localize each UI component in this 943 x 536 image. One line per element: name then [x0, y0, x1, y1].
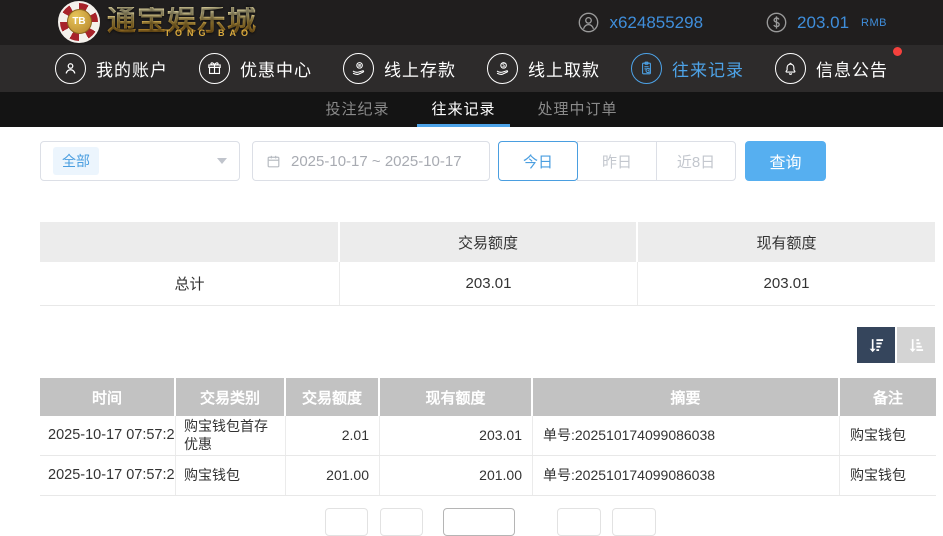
gift-icon [199, 53, 230, 84]
user-avatar-icon [577, 11, 600, 34]
user-icon [55, 53, 86, 84]
tab-transaction-records[interactable]: 往来记录 [417, 92, 509, 127]
records-table: 时间 交易类别 交易额度 现有额度 摘要 备注 2025-10-17 07:57… [40, 378, 936, 496]
withdraw-icon: $ [487, 53, 518, 84]
account-balance[interactable]: 203.01 RMB [765, 11, 887, 34]
nav-item-announcements[interactable]: 信息公告 [775, 53, 888, 84]
summary-total-row: 总计 203.01 203.01 [40, 262, 935, 306]
svg-text:$: $ [502, 63, 505, 69]
logo-text: 通宝娱乐城 TONG BAO [107, 7, 257, 38]
today-button[interactable]: 今日 [498, 141, 578, 181]
cell-time: 2025-10-17 07:57:26 [40, 416, 176, 455]
currency-label: RMB [861, 17, 887, 29]
username-text: x624855298 [609, 13, 703, 33]
pagination-button[interactable] [612, 508, 656, 536]
pagination-button[interactable] [380, 508, 423, 536]
type-select[interactable]: 全部 [40, 141, 240, 181]
nav-item-transaction-records[interactable]: 往来记录 [631, 53, 744, 84]
cell-amount: 201.00 [286, 456, 380, 495]
summary-current-amount: 203.01 [638, 262, 935, 305]
bell-icon [775, 53, 806, 84]
summary-header-transaction-amount: 交易额度 [340, 222, 638, 262]
summary-total-label: 总计 [40, 262, 340, 305]
date-range-input[interactable]: 2025-10-17 ~ 2025-10-17 [252, 141, 490, 181]
sort-ascending-button[interactable] [897, 327, 935, 363]
top-bar: TB 通宝娱乐城 TONG BAO x624855298 203 [0, 0, 943, 45]
site-logo[interactable]: TB 通宝娱乐城 TONG BAO [58, 3, 257, 43]
last-8-days-button[interactable]: 近8日 [656, 141, 736, 181]
records-header-row: 时间 交易类别 交易额度 现有额度 摘要 备注 [40, 378, 936, 416]
cell-time: 2025-10-17 07:57:26 [40, 456, 176, 495]
col-header-type: 交易类别 [176, 378, 286, 416]
type-select-value: 全部 [53, 147, 99, 175]
cell-remark: 购宝钱包 [840, 416, 936, 455]
date-range-value: 2025-10-17 ~ 2025-10-17 [291, 153, 462, 170]
search-button[interactable]: 查询 [745, 141, 826, 181]
sub-nav: 投注纪录 往来记录 处理中订单 [0, 92, 943, 127]
col-header-time: 时间 [40, 378, 176, 416]
nav-item-promotions[interactable]: 优惠中心 [199, 53, 312, 84]
quick-date-group: 今日 昨日 近8日 [498, 141, 736, 181]
col-header-summary: 摘要 [533, 378, 840, 416]
table-row: 2025-10-17 07:57:26 购宝钱包首存优惠 2.01 203.01… [40, 416, 936, 456]
nav-item-withdraw[interactable]: $ 线上取款 [487, 53, 600, 84]
chevron-down-icon [217, 158, 227, 164]
sort-controls [40, 327, 935, 363]
cell-summary: 单号:202510174099086038 [533, 456, 840, 495]
col-header-amount: 交易额度 [286, 378, 380, 416]
pagination-button[interactable] [557, 508, 601, 536]
nav-item-my-account[interactable]: 我的账户 [55, 53, 168, 84]
summary-header-row: 交易额度 现有额度 [40, 222, 935, 262]
cell-amount: 2.01 [286, 416, 380, 455]
cell-remark: 购宝钱包 [840, 456, 936, 495]
calendar-icon [265, 153, 282, 170]
main-nav: 我的账户 优惠中心 线上存款 $ 线 [0, 45, 943, 92]
nav-item-deposit[interactable]: 线上存款 [343, 53, 456, 84]
topbar-account-area: x624855298 203.01 RMB [577, 11, 943, 34]
logo-subtitle: TONG BAO [165, 29, 253, 38]
cell-type: 购宝钱包 [176, 456, 286, 495]
col-header-remark: 备注 [840, 378, 936, 416]
summary-table: 交易额度 现有额度 总计 203.01 203.01 [40, 222, 935, 306]
sort-descending-button[interactable] [857, 327, 895, 363]
cell-type: 购宝钱包首存优惠 [176, 416, 286, 455]
notification-badge [893, 47, 902, 56]
col-header-balance: 现有额度 [380, 378, 533, 416]
balance-text: 203.01 [797, 13, 849, 33]
cell-summary: 单号:202510174099086038 [533, 416, 840, 455]
chip-tb-monogram: TB [67, 9, 92, 34]
records-icon [631, 53, 662, 84]
dollar-icon [765, 11, 788, 34]
tab-pending-orders[interactable]: 处理中订单 [524, 92, 632, 127]
pagination-button[interactable] [325, 508, 368, 536]
cell-balance: 201.00 [380, 456, 533, 495]
table-row: 2025-10-17 07:57:26 购宝钱包 201.00 201.00 单… [40, 456, 936, 496]
summary-header-current-amount: 现有额度 [638, 222, 935, 262]
yesterday-button[interactable]: 昨日 [577, 141, 657, 181]
pagination-page-size-select[interactable] [443, 508, 515, 536]
poker-chip-logo-icon: TB [58, 1, 100, 43]
account-username[interactable]: x624855298 [577, 11, 703, 34]
filter-row: 全部 2025-10-17 ~ 2025-10-17 今日 昨日 近8日 查询 [40, 141, 943, 181]
summary-header-empty [40, 222, 340, 262]
deposit-icon [343, 53, 374, 84]
tab-betting-records[interactable]: 投注纪录 [311, 92, 403, 127]
summary-transaction-amount: 203.01 [340, 262, 638, 305]
cell-balance: 203.01 [380, 416, 533, 455]
